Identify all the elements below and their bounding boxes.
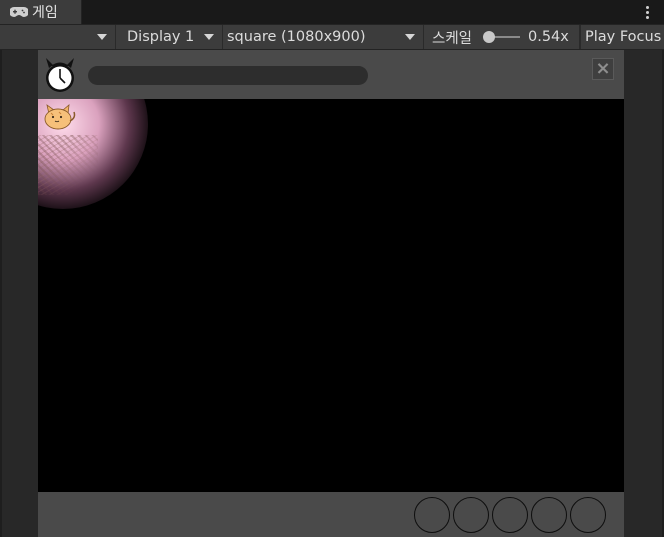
tab-game[interactable]: 게임: [0, 0, 82, 24]
game-hud-header: ×: [38, 50, 624, 99]
unity-game-window: 게임 Display 1 square (1080x900) 스케일 0.54x…: [0, 0, 664, 537]
inventory-slot[interactable]: [414, 497, 450, 533]
chevron-down-icon: [97, 34, 107, 40]
ground-tile: [38, 135, 98, 195]
chevron-down-icon: [405, 34, 415, 40]
left-border: [0, 50, 2, 537]
game-toolbar: Display 1 square (1080x900) 스케일 0.54x Pl…: [0, 24, 664, 50]
game-stage[interactable]: [38, 99, 624, 492]
alarm-clock-icon: [46, 58, 74, 92]
chevron-down-icon: [204, 34, 215, 40]
close-icon: ×: [595, 58, 611, 79]
resolution-label: square (1080x900): [227, 29, 366, 45]
scale-slider-handle[interactable]: [483, 31, 495, 43]
inventory-bar: [38, 492, 624, 537]
display-dropdown[interactable]: Display 1: [117, 25, 223, 49]
close-button[interactable]: ×: [592, 58, 614, 80]
cat-character: [44, 104, 76, 130]
inventory-slot[interactable]: [570, 497, 606, 533]
scale-label: 스케일: [432, 30, 473, 47]
scale-value: 0.54x: [528, 29, 569, 45]
more-options-icon[interactable]: [644, 2, 650, 22]
time-progress-bar: [88, 66, 368, 85]
game-viewport[interactable]: ×: [38, 50, 624, 537]
gamepad-icon: [10, 7, 28, 17]
tab-label: 게임: [32, 5, 58, 21]
play-focus-label: Play Focus: [585, 29, 662, 45]
tab-bar: 게임: [0, 0, 664, 24]
inventory-slot[interactable]: [492, 497, 528, 533]
inventory-slot[interactable]: [453, 497, 489, 533]
display-label: Display 1: [127, 29, 195, 45]
resolution-dropdown[interactable]: square (1080x900): [223, 25, 424, 49]
game-mode-dropdown[interactable]: [0, 25, 116, 49]
play-focus-dropdown[interactable]: Play Focus: [580, 25, 664, 49]
inventory-slot[interactable]: [531, 497, 567, 533]
